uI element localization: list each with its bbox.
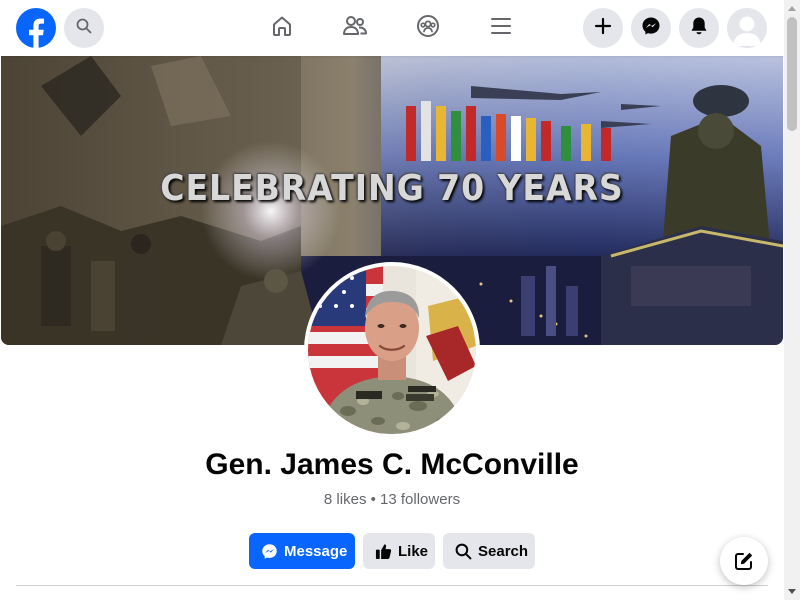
plus-icon xyxy=(594,17,612,40)
menu-tab[interactable] xyxy=(485,12,517,44)
groups-tab[interactable] xyxy=(412,12,444,44)
menu-icon xyxy=(489,14,513,43)
home-tab[interactable] xyxy=(266,12,298,44)
compose-icon xyxy=(734,551,754,571)
search-icon xyxy=(76,18,92,39)
like-button[interactable]: Like xyxy=(363,533,435,569)
friends-icon xyxy=(342,14,368,43)
profile-portrait-image xyxy=(308,266,476,434)
home-icon xyxy=(270,14,294,43)
account-avatar[interactable] xyxy=(727,8,767,48)
likes-followers-count[interactable]: 8 likes • 13 followers xyxy=(0,491,784,508)
new-message-button[interactable] xyxy=(720,537,768,585)
messenger-icon xyxy=(641,16,661,41)
search-icon xyxy=(455,543,472,560)
search-page-button[interactable]: Search xyxy=(443,533,535,569)
create-button[interactable] xyxy=(583,8,623,48)
scroll-thumb[interactable] xyxy=(787,17,797,131)
scroll-up-arrow-icon[interactable] xyxy=(788,6,796,11)
top-navigation-bar xyxy=(0,0,784,56)
message-button-label: Message xyxy=(284,542,348,560)
scroll-down-arrow-icon[interactable] xyxy=(788,589,796,594)
friends-tab[interactable] xyxy=(339,12,371,44)
notifications-button[interactable] xyxy=(679,8,719,48)
page-title: Gen. James C. McConville xyxy=(205,448,579,481)
thumbs-up-icon xyxy=(375,543,392,560)
search-button[interactable] xyxy=(64,8,104,48)
cover-title-text: CELEBRATING 70 YEARS xyxy=(160,168,624,209)
groups-icon xyxy=(416,14,440,43)
section-divider xyxy=(16,585,768,586)
bell-icon xyxy=(690,16,708,41)
profile-photo[interactable] xyxy=(304,262,480,438)
messenger-icon xyxy=(261,543,278,560)
like-button-label: Like xyxy=(398,542,429,560)
message-button[interactable]: Message xyxy=(249,533,355,569)
page-scrollbar[interactable] xyxy=(784,0,800,600)
search-button-label: Search xyxy=(478,542,529,560)
messenger-button[interactable] xyxy=(631,8,671,48)
facebook-logo[interactable] xyxy=(16,8,56,48)
